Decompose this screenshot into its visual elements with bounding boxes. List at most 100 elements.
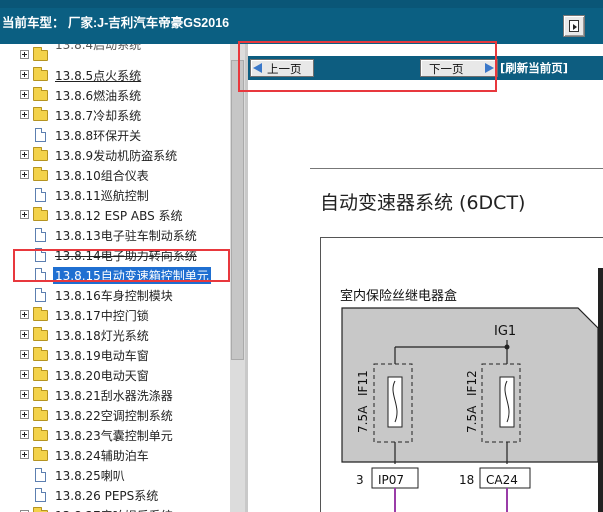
folder-icon <box>33 427 48 441</box>
tree-item-label: 13.8.8环保开关 <box>55 129 142 143</box>
wiring-diagram: IG1 7.5A IF11 7.5A IF12 3 IP07 18 CA24 <box>341 307 599 512</box>
tree-item[interactable]: 13.8.17中控门锁 <box>0 305 230 325</box>
fuse1-rating: 7.5A <box>356 405 370 433</box>
expand-plus-icon[interactable] <box>20 170 29 179</box>
tree-item[interactable]: 13.8.18灯光系统 <box>0 325 230 345</box>
tree-item[interactable]: 13.8.23气囊控制单元 <box>0 425 230 445</box>
tree-item-label: 13.8.16车身控制模块 <box>55 289 173 303</box>
expand-plus-icon[interactable] <box>20 110 29 119</box>
tree-item[interactable]: 13.8.4启动系统 <box>0 44 230 65</box>
expand-plus-icon[interactable] <box>20 90 29 99</box>
tree-item[interactable]: 13.8.7冷却系统 <box>0 105 230 125</box>
tree-item-label: 13.8.18灯光系统 <box>55 329 149 343</box>
folder-icon <box>33 87 48 101</box>
tree-item[interactable]: 13.8.26 PEPS系统 <box>0 485 230 505</box>
tree-item-label: 13.8.4启动系统 <box>55 44 142 52</box>
expand-plus-icon[interactable] <box>20 430 29 439</box>
folder-icon <box>33 447 48 461</box>
tree-item[interactable]: 13.8.21刮水器洗涤器 <box>0 385 230 405</box>
expand-plus-icon[interactable] <box>20 410 29 419</box>
tree-item[interactable]: 13.8.12 ESP ABS 系统 <box>0 205 230 225</box>
tree-item[interactable]: 13.8.16车身控制模块 <box>0 285 230 305</box>
document-icon <box>35 128 46 142</box>
folder-icon <box>33 327 48 341</box>
toggle-panel-button[interactable] <box>563 15 585 37</box>
tree-item-label: 13.8.13电子驻车制动系统 <box>55 229 197 243</box>
expand-arrow-icon <box>569 20 579 32</box>
expand-plus-icon[interactable] <box>20 310 29 319</box>
folder-icon <box>33 167 48 181</box>
tree-item-label: 13.8.17中控门锁 <box>55 309 149 323</box>
expand-plus-icon[interactable] <box>20 70 29 79</box>
tree-item[interactable]: 13.8.27音响娱乐系统 <box>0 505 230 512</box>
folder-icon <box>33 307 48 321</box>
connector2-name: CA24 <box>486 473 518 487</box>
tree-item[interactable]: 13.8.20电动天窗 <box>0 365 230 385</box>
tree-item[interactable]: 13.8.8环保开关 <box>0 125 230 145</box>
document-icon <box>35 488 46 502</box>
tree-item-label: 13.8.20电动天窗 <box>55 369 149 383</box>
tree-item[interactable]: 13.8.11巡航控制 <box>0 185 230 205</box>
expand-plus-icon[interactable] <box>20 330 29 339</box>
tree-item-label: 13.8.21刮水器洗涤器 <box>55 389 173 403</box>
tree-item-label: 13.8.12 ESP ABS 系统 <box>55 209 183 223</box>
ig1-label: IG1 <box>494 324 516 339</box>
folder-icon <box>33 147 48 161</box>
tree-item[interactable]: 13.8.6燃油系统 <box>0 85 230 105</box>
tree-item[interactable]: 13.8.5点火系统 <box>0 65 230 85</box>
document-icon <box>35 288 46 302</box>
expand-plus-icon[interactable] <box>20 450 29 459</box>
tree-item-label: 13.8.25喇叭 <box>55 469 125 483</box>
expand-plus-icon[interactable] <box>20 210 29 219</box>
tree-item[interactable]: 13.8.9发动机防盗系统 <box>0 145 230 165</box>
tree-item[interactable]: 13.8.25喇叭 <box>0 465 230 485</box>
tree-item-label: 13.8.11巡航控制 <box>55 189 149 203</box>
document-icon <box>35 468 46 482</box>
connector1-pin: 3 <box>356 473 364 487</box>
expand-plus-icon[interactable] <box>20 390 29 399</box>
scrollbar-thumb[interactable] <box>231 60 244 360</box>
tree-item-label: 13.8.5点火系统 <box>55 69 142 83</box>
ig1-junction <box>504 344 510 350</box>
fuse2-rating: 7.5A <box>465 405 479 433</box>
selection-highlight-box <box>13 249 230 282</box>
connector1-name: IP07 <box>378 473 404 487</box>
tree-scrollbar[interactable] <box>230 44 245 512</box>
expand-plus-icon[interactable] <box>20 50 29 59</box>
tree-item-label: 13.8.9发动机防盗系统 <box>55 149 178 163</box>
tree-item[interactable]: 13.8.24辅助泊车 <box>0 445 230 465</box>
tree-item-label: 13.8.6燃油系统 <box>55 89 142 103</box>
expand-plus-icon[interactable] <box>20 150 29 159</box>
tree-item[interactable]: 13.8.13电子驻车制动系统 <box>0 225 230 245</box>
folder-icon <box>33 407 48 421</box>
expand-plus-icon[interactable] <box>20 370 29 379</box>
content-pane: 上一页 下一页 [刷新当前页] 自动变速器系统 (6DCT) 室内保险丝继电器盒… <box>238 41 603 512</box>
top-header-bar: 当前车型： 厂家:J-吉利汽车帝豪GS2016 <box>0 0 603 44</box>
folder-icon <box>33 47 48 61</box>
car-model-label: 当前车型： 厂家:J-吉利汽车帝豪GS2016 <box>2 16 230 30</box>
tree-item-label: 13.8.19电动车窗 <box>55 349 149 363</box>
document-icon <box>35 188 46 202</box>
expand-plus-icon[interactable] <box>20 350 29 359</box>
folder-icon <box>33 107 48 121</box>
document-icon <box>35 228 46 242</box>
folder-icon <box>33 347 48 361</box>
tree-item[interactable]: 13.8.19电动车窗 <box>0 345 230 365</box>
tree-item-label: 13.8.24辅助泊车 <box>55 449 149 463</box>
folder-icon <box>33 387 48 401</box>
tree-item-label: 13.8.27音响娱乐系统 <box>55 507 173 512</box>
tree-item[interactable]: 13.8.22空调控制系统 <box>0 405 230 425</box>
connector2-pin: 18 <box>459 473 474 487</box>
folder-icon <box>33 367 48 381</box>
tree-item-label: 13.8.26 PEPS系统 <box>55 489 159 503</box>
tree-item-label: 13.8.10组合仪表 <box>55 169 149 183</box>
top-header-strip <box>0 0 603 8</box>
fuse2-name: IF12 <box>465 370 479 396</box>
folder-icon <box>33 207 48 221</box>
fuse1-name: IF11 <box>356 370 370 396</box>
folder-icon <box>33 67 48 81</box>
tree-item-label: 13.8.7冷却系统 <box>55 109 142 123</box>
tree-item[interactable]: 13.8.10组合仪表 <box>0 165 230 185</box>
tree-item-label: 13.8.23气囊控制单元 <box>55 429 173 443</box>
tree-item-label: 13.8.22空调控制系统 <box>55 409 173 423</box>
